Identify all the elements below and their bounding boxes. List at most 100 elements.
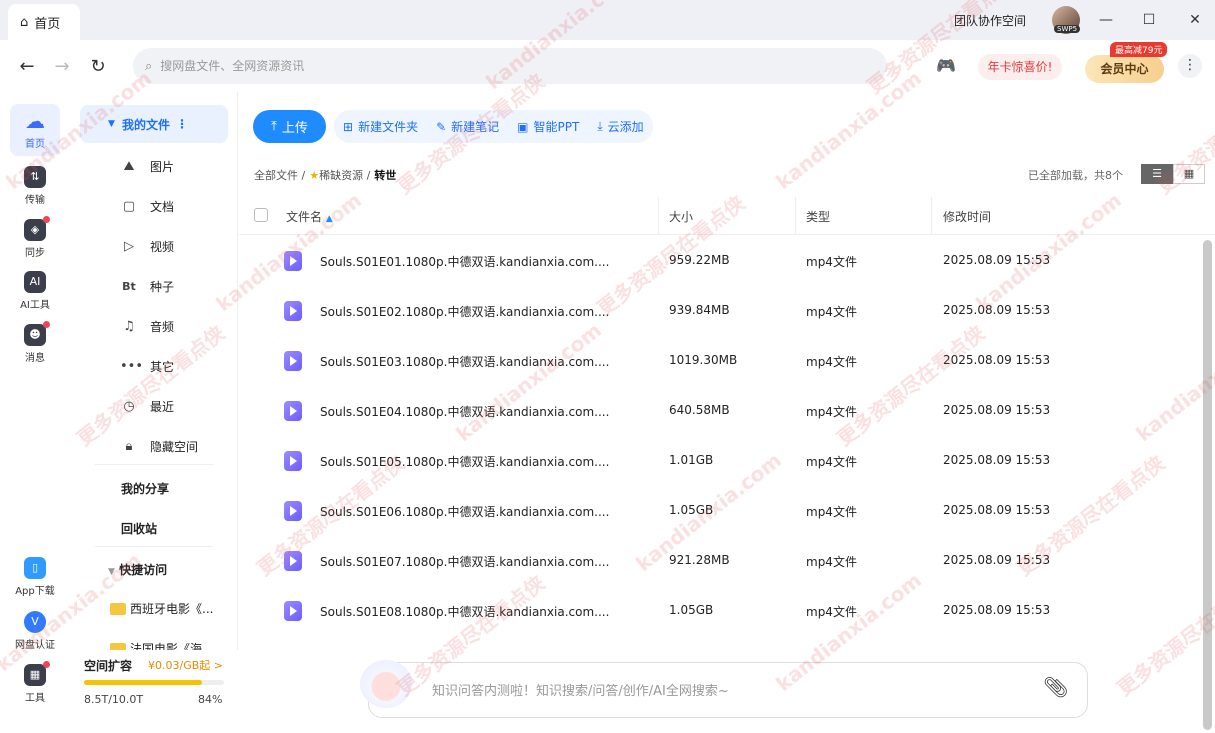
rail-message[interactable]: ☻ 消息 xyxy=(10,321,60,364)
game-icon[interactable]: 🎮 xyxy=(936,56,962,76)
table-row[interactable]: Souls.S01E02.1080p.中德双语.kandianxia.com..… xyxy=(239,286,1201,336)
vip-center-button[interactable]: 会员中心 xyxy=(1085,55,1164,83)
lock-icon: 🔒︎ xyxy=(125,439,133,454)
rail-transfer[interactable]: ⇅ 传输 xyxy=(10,166,60,206)
forward-icon[interactable]: → xyxy=(51,56,73,78)
grid-view-icon[interactable]: ▦ xyxy=(1173,164,1205,184)
quick-folder[interactable]: 西班牙电影《... xyxy=(110,600,213,617)
sidebar-item-label: 最近 xyxy=(150,400,175,414)
rail-ai[interactable]: AI AI工具 xyxy=(10,271,60,311)
smart-ppt-button[interactable]: ▣ 智能PPT xyxy=(508,110,589,143)
video-file-icon xyxy=(284,601,302,621)
team-space-link[interactable]: 团队协作空间 xyxy=(954,12,1026,29)
table-row[interactable]: Souls.S01E04.1080p.中德双语.kandianxia.com..… xyxy=(239,386,1201,436)
cloud-add-button[interactable]: ⤓ 云添加 xyxy=(588,110,653,143)
column-name[interactable]: 文件名 ▲ xyxy=(286,208,333,225)
search-input[interactable] xyxy=(160,59,761,73)
ppt-icon: ▣ xyxy=(517,119,529,134)
upload-button[interactable]: ⤒ 上传 xyxy=(253,110,326,143)
file-type: mp4文件 xyxy=(806,555,857,569)
maximize-icon[interactable]: ☐ xyxy=(1139,10,1159,30)
file-size: 1.01GB xyxy=(669,453,714,467)
sort-icon[interactable]: ▲ xyxy=(326,214,333,224)
select-all-checkbox[interactable] xyxy=(254,208,268,222)
title-bar: ⌂ 首页 团队协作空间 SWP5 — ☐ ✕ xyxy=(0,0,1215,40)
minimize-icon[interactable]: — xyxy=(1096,10,1116,30)
new-folder-button[interactable]: ⊞ 新建文件夹 xyxy=(334,110,428,143)
search-box[interactable]: ⌕ xyxy=(133,48,887,84)
folder-icon xyxy=(110,602,126,615)
file-name[interactable]: Souls.S01E05.1080p.中德双语.kandianxia.com..… xyxy=(320,453,609,470)
note-icon: ✎ xyxy=(436,119,447,134)
breadcrumb-root[interactable]: 全部文件 / xyxy=(254,167,305,183)
sidebar-item-audio[interactable]: ♫ 音频 xyxy=(120,318,174,335)
quick-access-header[interactable]: ▼ 快捷访问 xyxy=(108,561,167,578)
more-menu-icon[interactable]: ⋮ xyxy=(1178,54,1202,78)
sidebar-item-label: 其它 xyxy=(150,360,175,374)
storage-title[interactable]: 空间扩容 xyxy=(84,657,132,674)
file-name[interactable]: Souls.S01E03.1080p.中德双语.kandianxia.com..… xyxy=(320,353,609,370)
caret-down-icon: ▼ xyxy=(108,119,115,129)
list-view-icon[interactable]: ☰ xyxy=(1141,164,1173,184)
file-name[interactable]: Souls.S01E01.1080p.中德双语.kandianxia.com..… xyxy=(320,253,609,270)
file-name[interactable]: Souls.S01E07.1080p.中德双语.kandianxia.com..… xyxy=(320,553,609,570)
file-time: 2025.08.09 15:53 xyxy=(943,603,1051,617)
ai-mascot-icon xyxy=(360,660,412,708)
table-row[interactable]: Souls.S01E03.1080p.中德双语.kandianxia.com..… xyxy=(239,336,1201,386)
table-row[interactable]: Souls.S01E06.1080p.中德双语.kandianxia.com..… xyxy=(239,486,1201,536)
refresh-icon[interactable]: ↻ xyxy=(87,56,109,78)
attach-icon[interactable]: 📎︎ xyxy=(1043,675,1068,699)
back-icon[interactable]: ← xyxy=(16,56,38,78)
rail-home[interactable]: ☁ 首页 xyxy=(10,104,60,156)
scrollbar[interactable] xyxy=(1203,240,1212,730)
rail-app[interactable]: ▯ App下载 xyxy=(10,557,60,597)
rail-tools[interactable]: ▦ 工具 xyxy=(10,661,60,704)
clock-icon: ◷ xyxy=(123,399,135,414)
table-row[interactable]: Souls.S01E01.1080p.中德双语.kandianxia.com..… xyxy=(239,236,1201,286)
file-name[interactable]: Souls.S01E02.1080p.中德双语.kandianxia.com..… xyxy=(320,303,609,320)
file-name[interactable]: Souls.S01E06.1080p.中德双语.kandianxia.com..… xyxy=(320,503,609,520)
sidebar-item-recent[interactable]: ◷ 最近 xyxy=(120,398,174,415)
column-time[interactable]: 修改时间 xyxy=(943,208,991,225)
rail-message-label: 消息 xyxy=(25,353,45,364)
storage-progress xyxy=(84,680,224,685)
rail-tools-label: 工具 xyxy=(25,693,45,704)
rail-auth[interactable]: V 网盘认证 xyxy=(10,611,60,651)
dots-icon: ••• xyxy=(120,359,144,374)
breadcrumb: 全部文件 / ★稀缺资源 / 转世 xyxy=(254,167,396,183)
table-row[interactable]: Souls.S01E05.1080p.中德双语.kandianxia.com..… xyxy=(239,436,1201,486)
breadcrumb-mid[interactable]: ★稀缺资源 / xyxy=(309,167,370,183)
sidebar-item-images[interactable]: ⛰ 图片 xyxy=(120,158,174,175)
column-size[interactable]: 大小 xyxy=(669,208,693,225)
close-icon[interactable]: ✕ xyxy=(1185,10,1205,30)
rail-sync[interactable]: ◈ 同步 xyxy=(10,216,60,259)
file-name[interactable]: Souls.S01E08.1080p.中德双语.kandianxia.com..… xyxy=(320,603,609,620)
sidebar-item-videos[interactable]: ▷ 视频 xyxy=(120,238,174,255)
column-type[interactable]: 类型 xyxy=(806,208,830,225)
file-type: mp4文件 xyxy=(806,505,857,519)
sidebar-item-recycle[interactable]: 回收站 xyxy=(121,520,157,537)
ai-search-placeholder[interactable]: 知识问答内测啦！知识搜索/问答/创作/AI全网搜索~ xyxy=(432,680,729,699)
new-folder-label: 新建文件夹 xyxy=(358,120,419,134)
view-toggle: ☰ ▦ xyxy=(1141,164,1205,184)
file-size: 1.05GB xyxy=(669,503,714,517)
promo-button[interactable]: 年卡惊喜价! xyxy=(978,54,1062,80)
table-row[interactable]: Souls.S01E07.1080p.中德双语.kandianxia.com..… xyxy=(239,536,1201,586)
sidebar-item-hidden[interactable]: 🔒︎ 隐藏空间 xyxy=(120,438,198,455)
file-type: mp4文件 xyxy=(806,455,857,469)
table-row[interactable]: Souls.S01E08.1080p.中德双语.kandianxia.com..… xyxy=(239,586,1201,636)
sidebar-myfiles[interactable]: ▼ 我的文件 ⋮ xyxy=(80,105,228,143)
sidebar-item-docs[interactable]: ▢ 文档 xyxy=(120,198,174,215)
tab-home[interactable]: ⌂ 首页 xyxy=(8,4,80,40)
file-name[interactable]: Souls.S01E04.1080p.中德双语.kandianxia.com..… xyxy=(320,403,609,420)
new-note-button[interactable]: ✎ 新建笔记 xyxy=(427,110,509,143)
sidebar-item-other[interactable]: ••• 其它 xyxy=(120,358,174,375)
video-file-icon xyxy=(284,551,302,571)
more-vertical-icon[interactable]: ⋮ xyxy=(176,117,188,131)
sidebar-myfiles-label: 我的文件 xyxy=(122,117,171,132)
sidebar-item-label: 音频 xyxy=(150,320,175,334)
sidebar-item-torrents[interactable]: Bt 种子 xyxy=(120,278,174,295)
star-icon: ★ xyxy=(309,169,320,182)
sidebar-item-share[interactable]: 我的分享 xyxy=(121,480,169,497)
storage-price[interactable]: ¥0.03/GB起 > xyxy=(148,657,223,673)
